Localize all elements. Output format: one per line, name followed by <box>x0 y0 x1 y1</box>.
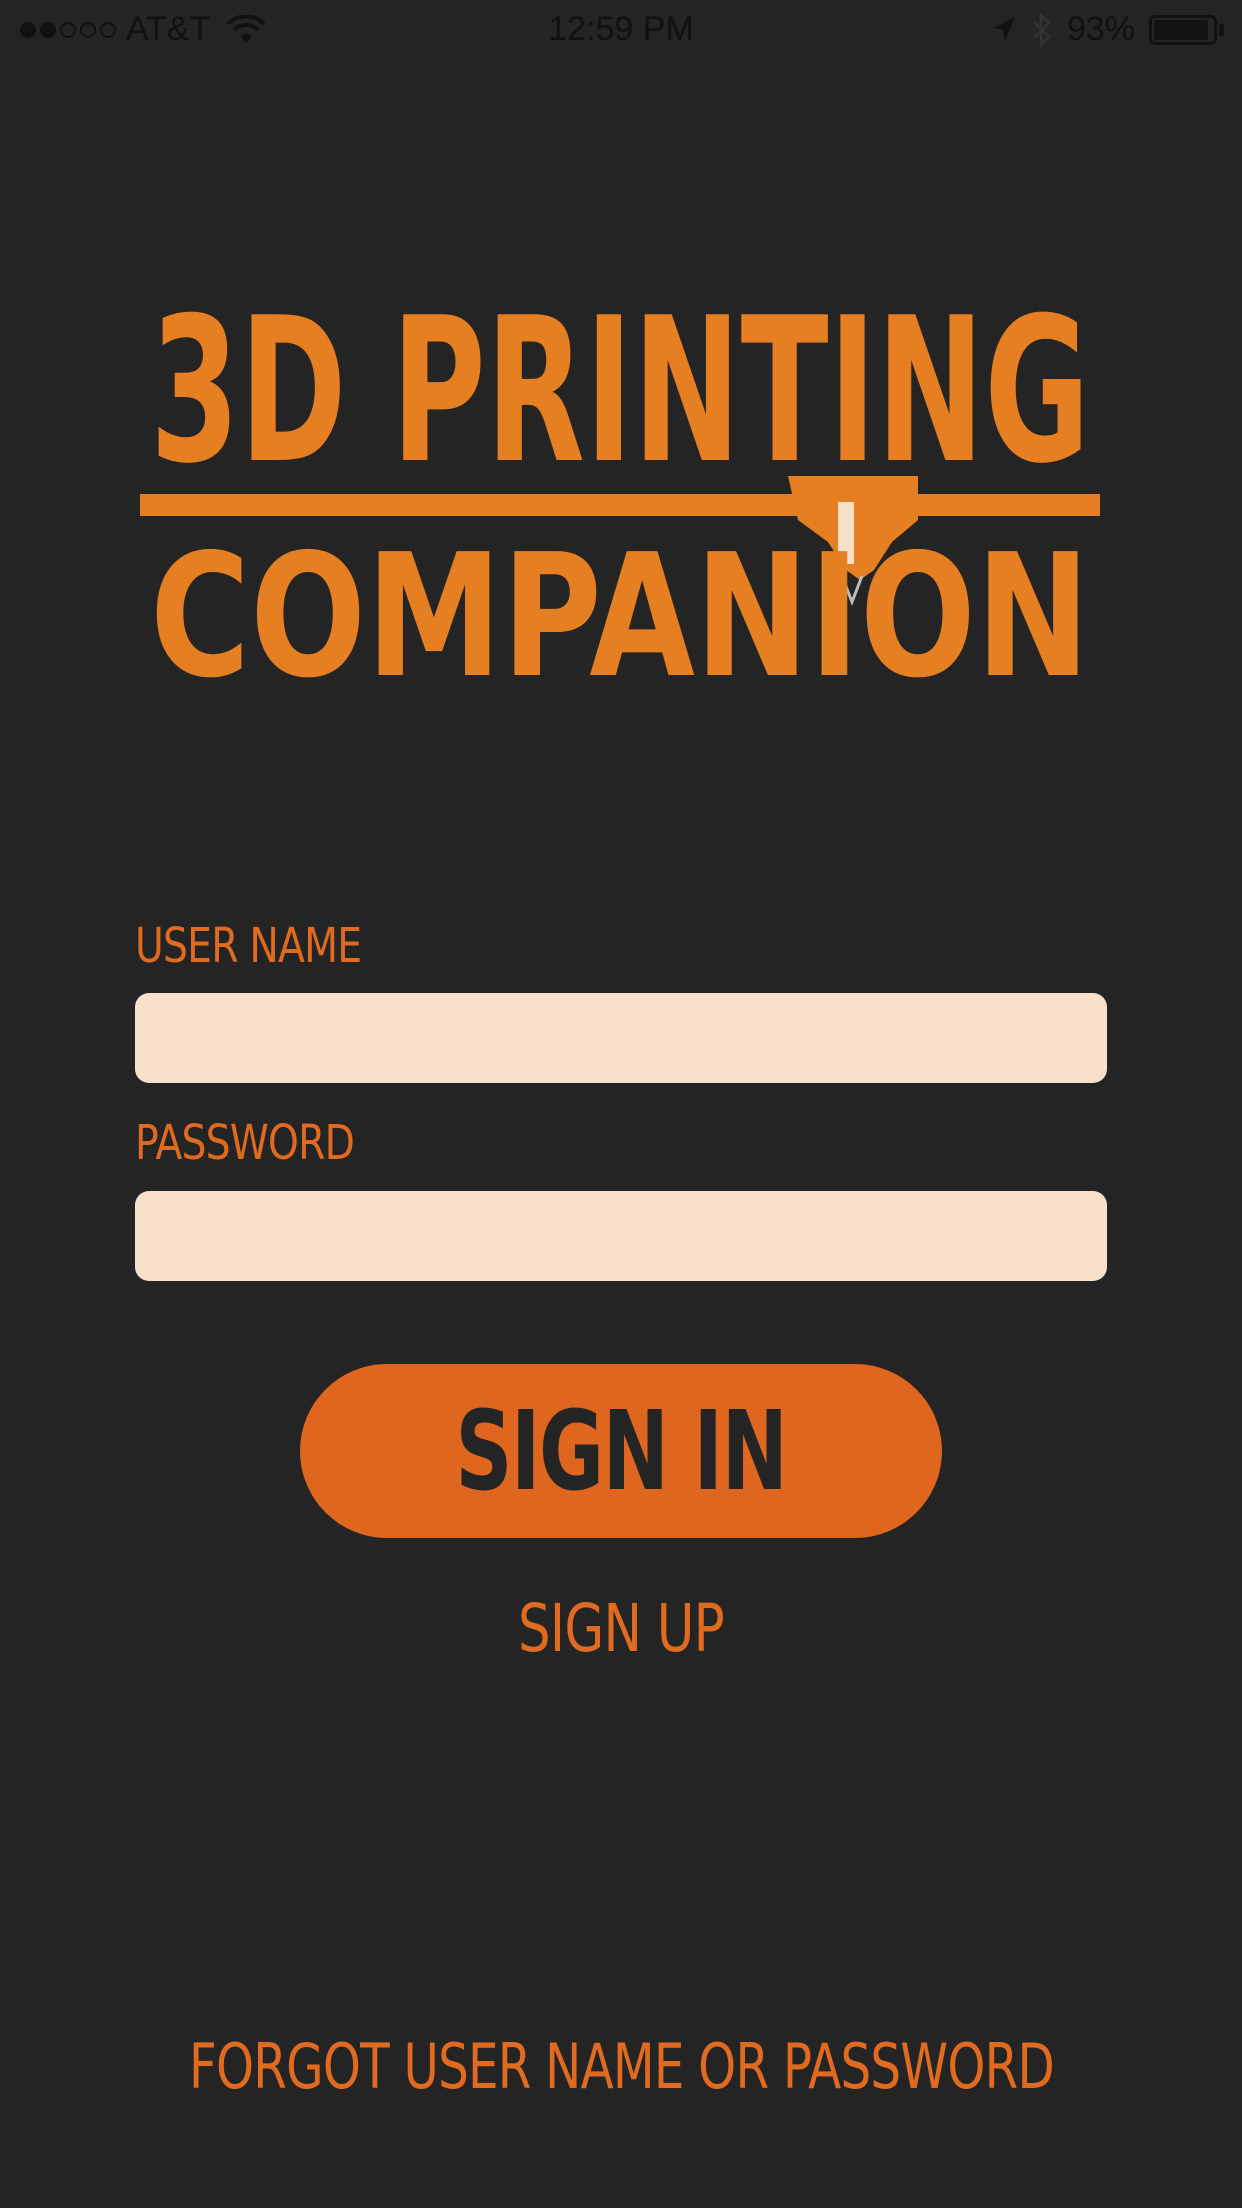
logo-line1: 3D PRINTING <box>150 280 1090 508</box>
location-arrow-icon <box>992 16 1015 41</box>
app-logo: 3D PRINTING COMPANION <box>140 280 1100 690</box>
battery-icon <box>1149 14 1224 45</box>
status-bar: AT&T 12:59 PM 93% <box>0 0 1242 60</box>
sign-in-label: SIGN IN <box>455 1387 787 1515</box>
forgot-credentials-label: FORGOT USER NAME OR PASSWORD <box>188 2030 1055 2103</box>
battery-percent: 93% <box>1066 10 1135 48</box>
status-right: 93% <box>991 10 1224 49</box>
password-input[interactable] <box>135 1191 1107 1281</box>
password-label: PASSWORD <box>135 1115 355 1171</box>
bluetooth-icon <box>1033 11 1051 48</box>
username-input[interactable] <box>135 993 1107 1083</box>
username-label: USER NAME <box>135 918 362 974</box>
logo-line2: COMPANION <box>150 518 1090 690</box>
forgot-credentials-link[interactable]: FORGOT USER NAME OR PASSWORD <box>0 2030 1242 2103</box>
sign-up-link[interactable]: SIGN UP <box>0 1590 1242 1667</box>
login-screen: AT&T 12:59 PM 93% 3D PRINTING COMPANION … <box>0 0 1242 2208</box>
logo-rail <box>140 494 1100 516</box>
sign-up-label: SIGN UP <box>518 1590 725 1667</box>
sign-in-button[interactable]: SIGN IN <box>300 1364 942 1538</box>
